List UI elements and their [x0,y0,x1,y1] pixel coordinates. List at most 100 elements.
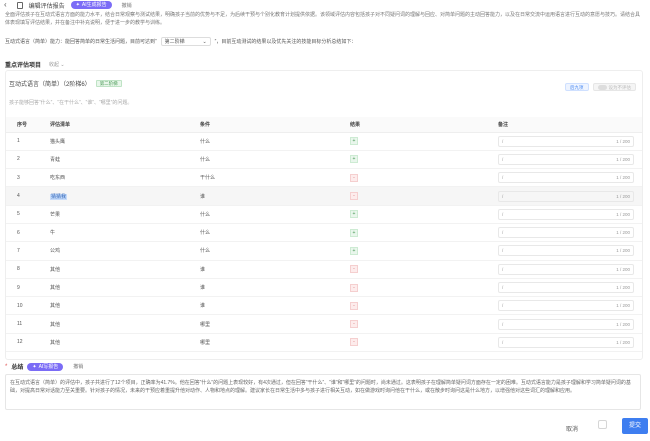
ai-write-report-label: AI写报告 [38,363,59,370]
note-input[interactable]: / 1 / 200 [498,153,634,165]
row-item: 青蛙 [39,150,189,170]
table-row: 12 其他 哪里 - / 1 / 200 [6,333,642,353]
note-input[interactable]: / 1 / 200 [498,336,634,348]
undo-button[interactable]: 撤销 [122,2,132,9]
note-char-count: 1 / 200 [616,285,630,291]
result-fail-button[interactable]: - [350,283,358,292]
row-result: + [339,150,487,170]
row-item: 吃东西 [39,168,189,188]
result-fail-button[interactable]: - [350,265,358,274]
row-item: 牛 [39,223,189,243]
table-row: 10 其他谁 - / 1 / 200 [6,296,642,316]
assessment-card: 互动式语言（简单）（2阶梯6） 第二阶梯 孩子能够回答“什么”、“在干什么”、“… [5,70,643,360]
note-char-count: 1 / 200 [616,138,630,144]
summary-undo-button[interactable]: 撤销 [73,363,83,370]
row-number: 1 [6,132,39,151]
note-char-count: 1 / 200 [616,321,630,327]
note-input[interactable]: / 1 / 200 [498,282,634,294]
table-row: 11 其他 哪里 - / 1 / 200 [6,314,642,334]
result-fail-button[interactable]: - [350,301,358,310]
row-result: + [339,205,487,224]
note-char-count: 1 / 200 [616,211,630,217]
result-pass-button[interactable]: + [350,155,358,164]
result-pass-button[interactable]: + [350,137,358,146]
note-value: / [502,285,504,291]
card-subtitle: 孩子能够回答“什么”、“在干什么”、“谁”、“哪里”的问题。 [9,100,133,106]
table-row: 4 猜猜我 谁 - / 1 / 200 [6,186,642,206]
note-value: / [502,138,504,144]
note-char-count: 1 / 200 [616,339,630,345]
submit-button[interactable]: 提交 [622,418,648,434]
row-number: 8 [6,260,39,279]
summary-textarea[interactable]: 在互动式语言（简单）的评估中，孩子共进行了12个项目，正确率为41.7%。他在回… [5,374,641,410]
result-fail-button[interactable]: - [350,173,358,182]
table-header-row: 序号 评估清单 条件 结果 备注 [6,117,642,133]
result-fail-button[interactable]: - [350,320,358,329]
back-arrow-icon[interactable]: ‹ [4,1,7,9]
row-note: / 1 / 200 [487,296,642,316]
note-char-count: 1 / 200 [616,248,630,254]
result-pass-button[interactable]: + [350,210,358,219]
row-condition: 什么 [189,132,339,151]
col-header-no: 序号 [6,117,39,133]
result-pass-button[interactable]: + [350,246,358,255]
row-number: 5 [6,205,39,224]
level-select[interactable]: 第二阶梯 ⌄ [160,37,211,46]
row-number: 2 [6,150,39,170]
table-row: 9 其他谁 - / 1 / 200 [6,278,642,298]
summary-label: 总结 [11,365,24,371]
card-title: 互动式语言（简单）（2阶梯6） [9,82,91,88]
note-value: / [502,339,504,345]
note-input[interactable]: / 1 / 200 [498,300,634,312]
row-note: / 1 / 200 [487,205,642,224]
row-result: - [339,314,487,334]
note-input[interactable]: / 1 / 200 [498,172,634,184]
col-header-result: 结果 [339,117,487,133]
note-input[interactable]: / 1 / 200 [498,208,634,220]
skip-assessment-label: 设为不评估 [608,84,632,90]
row-result: - [339,278,487,298]
ability-level-sentence: 互动式语言（简单）能力：能回答简单的日常生活问题，目前可达到“ 第二阶梯 ⌄ ”… [5,37,356,46]
row-item: 猜猜我 [39,186,189,206]
result-fail-button[interactable]: - [350,192,358,201]
result-fail-button[interactable]: - [350,338,358,347]
ai-write-report-button[interactable]: ✦ AI写报告 [27,362,64,371]
collapse-label: 收起 [49,62,60,68]
row-result: - [339,260,487,279]
level-badge: 第二阶梯 [95,80,122,87]
row-note: / 1 / 200 [487,168,642,188]
row-item: 公鸡 [39,241,189,261]
note-input[interactable]: / 1 / 200 [498,245,634,257]
ai-generate-report-label: AI生成报告 [81,2,107,8]
note-input[interactable]: / 1 / 200 [498,190,634,202]
row-note: / 1 / 200 [487,278,642,298]
collapse-toggle[interactable]: 收起 ⌄ [49,61,65,68]
note-char-count: 1 / 200 [616,303,630,309]
ai-generate-report-button[interactable]: ✦ AI生成报告 [70,1,112,9]
row-number: 4 [6,186,39,206]
col-header-condition: 条件 [189,117,339,133]
note-input[interactable]: / 1 / 200 [498,227,634,239]
cancel-button[interactable]: 取消 [566,424,578,433]
note-input[interactable]: / 1 / 200 [498,263,634,275]
sparkle-icon: ✦ [32,363,37,370]
sparkle-icon: ✦ [75,2,80,8]
skip-assessment-toggle[interactable]: 设为不评估 [592,83,636,91]
row-condition: 谁 [189,278,339,298]
next-items-button[interactable]: 后九项 [565,83,589,91]
note-input[interactable]: / 1 / 200 [498,318,634,330]
note-value: / [502,211,504,217]
note-value: / [502,266,504,272]
note-value: / [502,156,504,162]
note-input[interactable]: / 1 / 200 [498,135,634,147]
row-number: 6 [6,223,39,243]
row-result: - [339,296,487,316]
section-title: 重点评估项目 [5,63,42,69]
note-char-count: 1 / 200 [616,175,630,181]
row-item: 其他 [39,296,189,316]
row-condition: 哪里 [189,333,339,353]
note-value: / [502,193,504,199]
level-select-value: 第二阶梯 [164,39,185,45]
row-condition: 干什么 [189,168,339,188]
result-pass-button[interactable]: + [350,228,358,237]
